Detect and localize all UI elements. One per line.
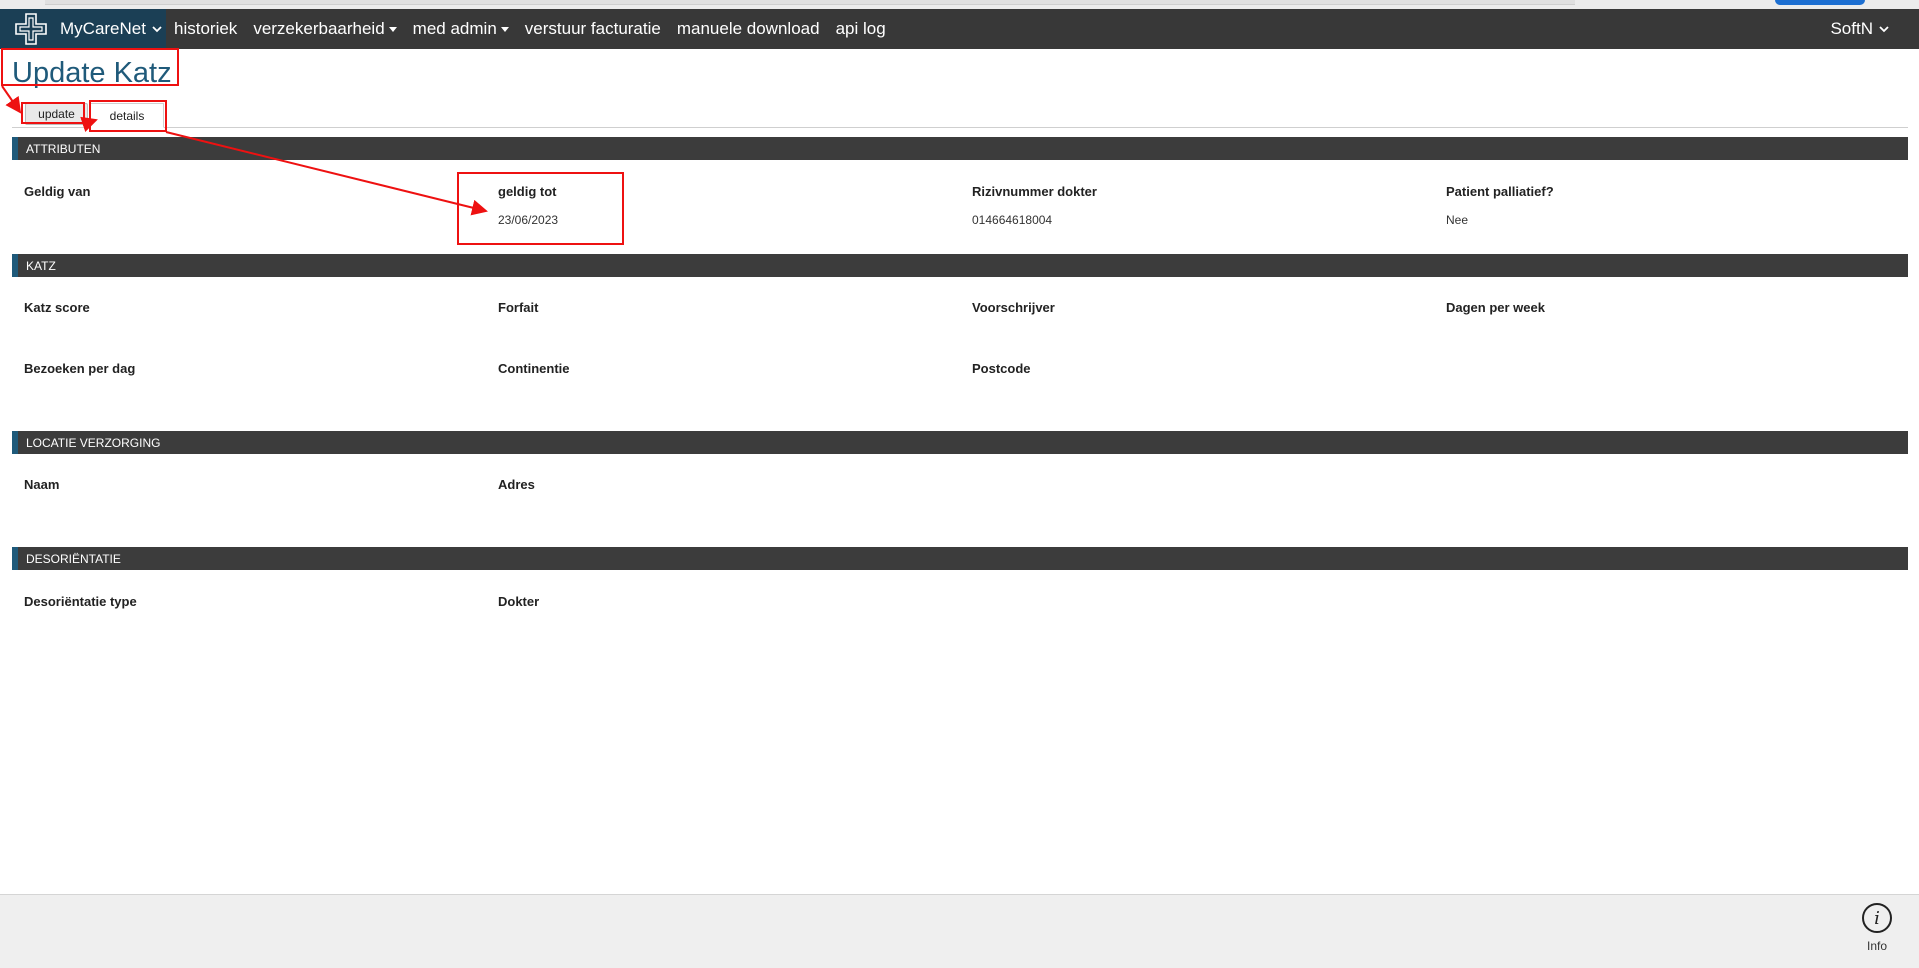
- field-rizivnummer-dokter: Rizivnummer dokter 014664618004: [972, 184, 1097, 227]
- brand-menu[interactable]: MyCareNet: [0, 9, 166, 49]
- field-value: 014664618004: [972, 213, 1053, 227]
- field-dagen-per-week: Dagen per week: [1446, 300, 1545, 315]
- section-header-attributen: ATTRIBUTEN: [12, 137, 1908, 160]
- field-continentie: Continentie: [498, 361, 570, 376]
- footer-bar: i Info: [0, 894, 1919, 968]
- field-label: Desoriëntatie type: [24, 594, 137, 609]
- field-katz-score: Katz score: [24, 300, 90, 315]
- info-button[interactable]: i Info: [1857, 903, 1897, 953]
- field-label: Katz score: [24, 300, 90, 315]
- field-label: Adres: [498, 477, 535, 492]
- user-name: SoftN: [1830, 19, 1873, 38]
- field-postcode: Postcode: [972, 361, 1031, 376]
- nav-item-verzekerbaarheid[interactable]: verzekerbaarheid: [245, 19, 404, 39]
- field-label: Postcode: [972, 361, 1031, 376]
- nav-item-historiek[interactable]: historiek: [166, 19, 245, 39]
- section-header-katz: KATZ: [12, 254, 1908, 277]
- field-forfait: Forfait: [498, 300, 538, 315]
- tab-update[interactable]: update: [25, 103, 88, 125]
- info-icon: i: [1862, 903, 1892, 933]
- browser-top-strip: [0, 0, 1919, 9]
- section-header-locatie-verzorging: LOCATIE VERZORGING: [12, 431, 1908, 454]
- top-navbar: MyCareNet historiek verzekerbaarheid med…: [0, 9, 1919, 49]
- field-geldig-van: Geldig van: [24, 184, 90, 213]
- caret-down-icon: [500, 26, 509, 32]
- field-label: Bezoeken per dag: [24, 361, 136, 376]
- nav-label: historiek: [174, 19, 238, 38]
- nav-label: api log: [835, 19, 886, 38]
- field-adres: Adres: [498, 477, 535, 492]
- chevron-down-icon: [152, 26, 162, 33]
- nav-item-manuele-download[interactable]: manuele download: [669, 19, 828, 39]
- field-desorientatie-type: Desoriëntatie type: [24, 594, 137, 609]
- nav-menu: historiek verzekerbaarheid med admin ver…: [166, 9, 894, 49]
- field-naam: Naam: [24, 477, 59, 492]
- field-label: Patient palliatief?: [1446, 184, 1554, 199]
- field-label: geldig tot: [498, 184, 557, 199]
- section-header-desorientatie: DESORIËNTATIE: [12, 547, 1908, 570]
- field-patient-palliatief: Patient palliatief? Nee: [1446, 184, 1554, 227]
- field-voorschrijver: Voorschrijver: [972, 300, 1055, 315]
- browser-button[interactable]: [1775, 0, 1865, 5]
- field-geldig-tot: geldig tot 23/06/2023: [498, 184, 558, 227]
- field-label: Geldig van: [24, 184, 91, 199]
- chevron-down-icon: [1879, 26, 1889, 33]
- field-label: Continentie: [498, 361, 570, 376]
- tab-bar: update details: [12, 101, 1908, 128]
- nav-item-med-admin[interactable]: med admin: [405, 19, 517, 39]
- user-menu[interactable]: SoftN: [1830, 9, 1889, 49]
- field-label: Forfait: [498, 300, 539, 315]
- field-label: Rizivnummer dokter: [972, 184, 1097, 199]
- field-value: Nee: [1446, 213, 1469, 227]
- field-label: Dagen per week: [1446, 300, 1545, 315]
- field-label: Voorschrijver: [972, 300, 1055, 315]
- field-label: Dokter: [498, 594, 540, 609]
- nav-label: verzekerbaarheid: [253, 19, 385, 38]
- page-title: Update Katz: [12, 57, 172, 89]
- brand-label: MyCareNet: [60, 19, 146, 38]
- field-bezoeken-per-dag: Bezoeken per dag: [24, 361, 135, 376]
- nav-label: med admin: [412, 19, 497, 38]
- tab-details[interactable]: details: [90, 103, 164, 128]
- nav-label: verstuur facturatie: [524, 19, 661, 38]
- browser-scrollbar: [45, 0, 1575, 5]
- nav-label: manuele download: [676, 19, 820, 38]
- mycarenet-logo-icon: [15, 13, 47, 45]
- nav-item-api-log[interactable]: api log: [828, 19, 894, 39]
- info-label: Info: [1866, 939, 1887, 953]
- field-dokter: Dokter: [498, 594, 539, 609]
- caret-down-icon: [388, 26, 397, 32]
- field-value: 23/06/2023: [498, 213, 559, 227]
- nav-item-verstuur-facturatie[interactable]: verstuur facturatie: [517, 19, 669, 39]
- field-label: Naam: [24, 477, 60, 492]
